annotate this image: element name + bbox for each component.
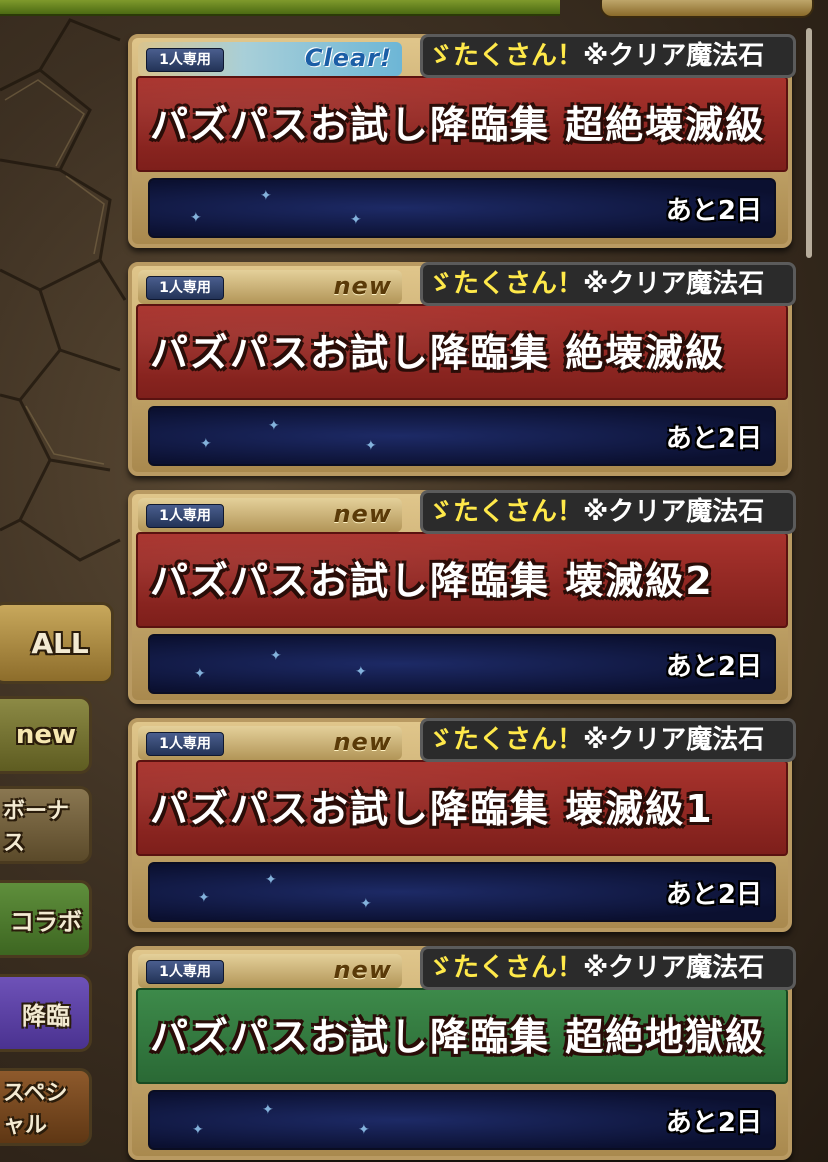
sparkle-icon: ✦	[268, 418, 280, 434]
sparkle-icon: ✦	[262, 1102, 274, 1118]
sparkle-icon: ✦	[360, 896, 372, 912]
solo-tag: 1人専用	[146, 732, 224, 756]
ticker-text-highlight: ゞたくさん！	[427, 953, 584, 983]
quest-footer: ✦ ✦ ✦ あと2日	[148, 178, 776, 238]
quest-footer: ✦ ✦ ✦ あと2日	[148, 862, 776, 922]
info-ticker: ゞたくさん！※クリア魔法石	[420, 946, 796, 990]
tab-bonus-label: ボーナス	[3, 799, 70, 856]
time-remaining: あと2日	[665, 880, 762, 910]
quest-banner: パズパスお試し降臨集 超絶壊滅級	[136, 76, 788, 172]
sparkle-icon: ✦	[358, 1122, 370, 1138]
quest-banner: パズパスお試し降臨集 絶壊滅級	[136, 304, 788, 400]
quest-footer: ✦ ✦ ✦ あと2日	[148, 634, 776, 694]
tab-bonus[interactable]: ボーナス	[0, 786, 92, 864]
info-ticker: ゞたくさん！※クリア魔法石	[420, 718, 796, 762]
sparkle-icon: ✦	[265, 872, 277, 888]
new-badge: new	[333, 728, 392, 756]
sparkle-icon: ✦	[192, 1122, 204, 1138]
ticker-text-highlight: ゞたくさん！	[427, 725, 584, 755]
ticker-text: ※クリア魔法石	[583, 497, 765, 527]
ticker-text: ※クリア魔法石	[583, 725, 765, 755]
quest-banner: パズパスお試し降臨集 壊滅級1	[136, 760, 788, 856]
new-badge: new	[333, 500, 392, 528]
card-header: 1人専用 new	[138, 954, 402, 988]
clear-badge: Clear!	[304, 44, 392, 72]
time-remaining: あと2日	[665, 1108, 762, 1138]
ticker-text-highlight: ゞたくさん！	[427, 41, 584, 71]
sparkle-icon: ✦	[190, 210, 202, 226]
sparkle-icon: ✦	[355, 664, 367, 680]
solo-tag: 1人専用	[146, 960, 224, 984]
ticker-text-highlight: ゞたくさん！	[427, 497, 584, 527]
ticker-text: ※クリア魔法石	[583, 41, 765, 71]
sparkle-icon: ✦	[194, 666, 206, 682]
info-ticker: ゞたくさん！※クリア魔法石	[420, 34, 796, 78]
card-header: 1人専用 new	[138, 726, 402, 760]
solo-tag: 1人専用	[146, 48, 224, 72]
quest-banner: パズパスお試し降臨集 超絶地獄級	[136, 988, 788, 1084]
tab-all-label: ALL	[31, 626, 89, 660]
new-badge: new	[333, 272, 392, 300]
sparkle-icon: ✦	[350, 212, 362, 228]
quest-footer: ✦ ✦ ✦ あと2日	[148, 406, 776, 466]
sparkle-icon: ✦	[365, 438, 377, 454]
quest-title: パズパスお試し降臨集 壊滅級2	[150, 559, 714, 603]
quest-title: パズパスお試し降臨集 超絶地獄級	[150, 1015, 766, 1059]
sparkle-icon: ✦	[200, 436, 212, 452]
tab-collab-label: コラボ	[10, 907, 82, 936]
tab-new[interactable]: new	[0, 696, 92, 774]
ticker-text: ※クリア魔法石	[583, 953, 765, 983]
sparkle-icon: ✦	[198, 890, 210, 906]
tab-new-label: new	[15, 720, 77, 750]
quest-banner: パズパスお試し降臨集 壊滅級2	[136, 532, 788, 628]
sparkle-icon: ✦	[270, 648, 282, 664]
tab-all[interactable]: ALL	[0, 602, 114, 684]
tab-special-label: スペシャル	[3, 1081, 68, 1138]
tab-collab[interactable]: コラボ	[0, 880, 92, 958]
quest-title: パズパスお試し降臨集 超絶壊滅級	[150, 103, 766, 147]
solo-tag: 1人専用	[146, 504, 224, 528]
quest-footer: ✦ ✦ ✦ あと2日	[148, 1090, 776, 1150]
time-remaining: あと2日	[665, 424, 762, 454]
card-header: 1人専用 new	[138, 270, 402, 304]
sparkle-icon: ✦	[260, 188, 272, 204]
solo-tag: 1人専用	[146, 276, 224, 300]
scrollbar[interactable]	[806, 28, 812, 258]
top-badge	[600, 0, 814, 18]
ticker-text: ※クリア魔法石	[583, 269, 765, 299]
card-header: 1人専用 Clear!	[138, 42, 402, 76]
info-ticker: ゞたくさん！※クリア魔法石	[420, 490, 796, 534]
tab-special[interactable]: スペシャル	[0, 1068, 92, 1146]
card-header: 1人専用 new	[138, 498, 402, 532]
new-badge: new	[333, 956, 392, 984]
time-remaining: あと2日	[665, 652, 762, 682]
quest-title: パズパスお試し降臨集 壊滅級1	[150, 787, 714, 831]
time-remaining: あと2日	[665, 196, 762, 226]
ticker-text-highlight: ゞたくさん！	[427, 269, 584, 299]
tab-descend[interactable]: 降臨	[0, 974, 92, 1052]
tab-descend-label: 降臨	[22, 1001, 70, 1030]
top-menu-strip	[0, 0, 560, 16]
quest-title: パズパスお試し降臨集 絶壊滅級	[150, 331, 726, 375]
info-ticker: ゞたくさん！※クリア魔法石	[420, 262, 796, 306]
